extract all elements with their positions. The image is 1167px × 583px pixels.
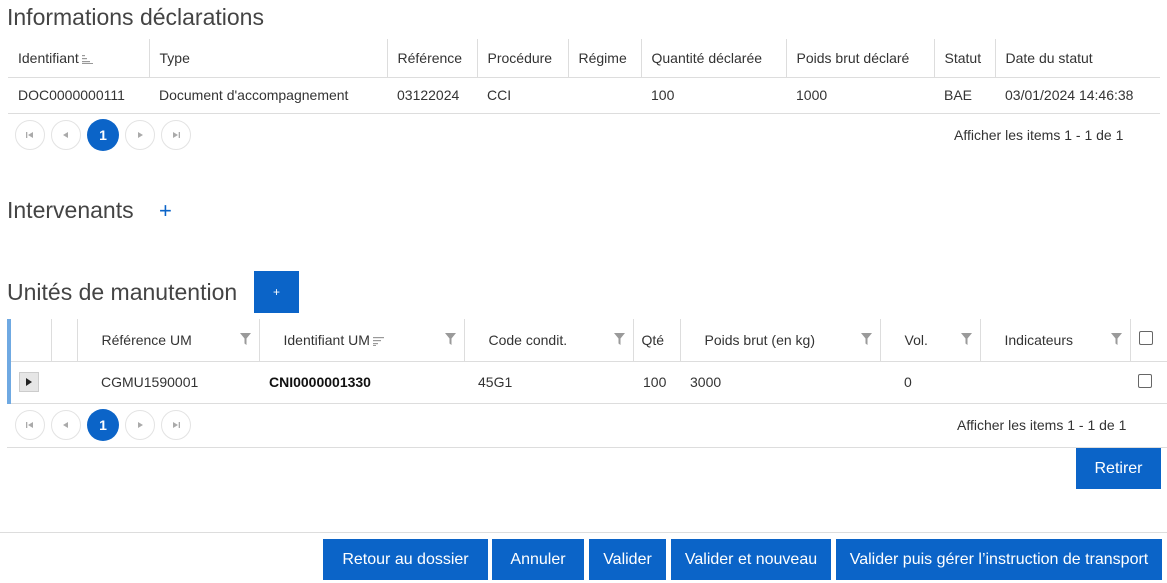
first-page-button[interactable] xyxy=(15,120,45,150)
prev-page-icon xyxy=(63,422,68,428)
declarations-table: Identifiant Type Référence Procédure Rég… xyxy=(8,39,1160,114)
filter-icon[interactable] xyxy=(860,333,872,345)
sort-icon xyxy=(372,336,384,346)
add-intervenant-button[interactable]: + xyxy=(159,200,172,222)
expand-row-button[interactable] xyxy=(19,372,39,392)
filter-icon[interactable] xyxy=(1110,333,1122,345)
col-poids[interactable]: Poids brut déclaré xyxy=(785,39,934,78)
prev-page-button[interactable] xyxy=(51,410,81,440)
first-page-button[interactable] xyxy=(15,410,45,440)
valider-gerer-button[interactable]: Valider puis gérer l’instruction de tran… xyxy=(836,539,1162,580)
prev-page-icon xyxy=(63,132,68,138)
cell-code-condit: 45G1 xyxy=(464,361,633,404)
col-reference-um[interactable]: Référence UM xyxy=(76,319,259,362)
cell-select xyxy=(1130,361,1167,404)
col-reference[interactable]: Référence xyxy=(386,39,477,78)
filter-icon[interactable] xyxy=(960,333,972,345)
cell-reference: 03122024 xyxy=(387,77,477,114)
retour-dossier-button[interactable]: Retour au dossier xyxy=(323,539,488,580)
um-header-row: Référence UM Identifiant UM Code condit.… xyxy=(11,319,1167,362)
col-type[interactable]: Type xyxy=(148,39,387,78)
col-identifiant-um[interactable]: Identifiant UM xyxy=(258,319,464,362)
table-row[interactable]: DOC0000000111 Document d'accompagnement … xyxy=(8,77,1160,114)
current-page[interactable]: 1 xyxy=(87,119,119,151)
cell-identifiant-um: CNI0000001330 xyxy=(259,361,464,404)
intervenants-title: Intervenants xyxy=(7,197,134,223)
col-code-condit[interactable]: Code condit. xyxy=(463,319,633,362)
col-poids-brut[interactable]: Poids brut (en kg) xyxy=(679,319,880,362)
sort-icon xyxy=(81,54,93,64)
cell-statut: BAE xyxy=(934,77,995,114)
um-pager: 1 xyxy=(15,409,197,441)
col-spacer xyxy=(50,319,77,362)
last-page-button[interactable] xyxy=(161,410,191,440)
cell-indicateurs xyxy=(980,361,1130,404)
um-table: Référence UM Identifiant UM Code condit.… xyxy=(11,319,1167,404)
annuler-button[interactable]: Annuler xyxy=(492,539,584,580)
cell-poids: 1000 xyxy=(786,77,934,114)
last-page-icon xyxy=(173,422,180,428)
cell-qte: 100 xyxy=(633,361,680,404)
declarations-header-row: Identifiant Type Référence Procédure Rég… xyxy=(8,39,1160,78)
row-checkbox[interactable] xyxy=(1138,373,1152,388)
retirer-button[interactable]: Retirer xyxy=(1076,448,1161,489)
cell-type: Document d'accompagnement xyxy=(149,77,387,114)
valider-nouveau-button[interactable]: Valider et nouveau xyxy=(671,539,831,580)
next-page-button[interactable] xyxy=(125,120,155,150)
last-page-icon xyxy=(173,132,180,138)
declarations-pager-info: Afficher les items 1 - 1 de 1 xyxy=(954,127,1124,143)
declarations-title: Informations déclarations xyxy=(7,4,264,30)
next-page-button[interactable] xyxy=(125,410,155,440)
col-statut[interactable]: Statut xyxy=(933,39,995,78)
cell-identifiant: DOC0000000111 xyxy=(8,77,149,114)
prev-page-button[interactable] xyxy=(51,120,81,150)
cell-expand xyxy=(11,361,51,404)
divider xyxy=(7,447,1167,448)
current-page[interactable]: 1 xyxy=(87,409,119,441)
col-regime[interactable]: Régime xyxy=(567,39,641,78)
cell-poids-brut: 3000 xyxy=(680,361,880,404)
col-procedure[interactable]: Procédure xyxy=(476,39,568,78)
next-page-icon xyxy=(138,132,143,138)
cell-vol: 0 xyxy=(880,361,980,404)
col-expand xyxy=(11,319,51,362)
col-quantite[interactable]: Quantité déclarée xyxy=(640,39,786,78)
um-pager-info: Afficher les items 1 - 1 de 1 xyxy=(957,417,1127,433)
um-grid: Référence UM Identifiant UM Code condit.… xyxy=(7,319,1167,404)
next-page-icon xyxy=(138,422,143,428)
col-identifiant[interactable]: Identifiant xyxy=(8,39,149,78)
caret-right-icon xyxy=(26,378,32,386)
unites-title: Unités de manutention xyxy=(7,279,238,305)
col-date-statut[interactable]: Date du statut xyxy=(994,39,1160,78)
col-qte[interactable]: Qté xyxy=(632,319,680,362)
add-um-button[interactable]: + xyxy=(254,271,299,313)
cell-date-statut: 03/01/2024 14:46:38 xyxy=(995,77,1160,114)
cell-quantite: 100 xyxy=(641,77,786,114)
cell-reference-um: CGMU1590001 xyxy=(77,361,259,404)
declarations-pager: 1 xyxy=(15,119,197,151)
divider xyxy=(0,532,1167,533)
filter-icon[interactable] xyxy=(239,333,251,345)
cell-regime xyxy=(568,77,641,114)
table-row[interactable]: CGMU1590001 CNI0000001330 45G1 100 3000 … xyxy=(11,361,1167,404)
col-select-all xyxy=(1129,319,1167,362)
col-vol[interactable]: Vol. xyxy=(879,319,980,362)
first-page-icon xyxy=(26,422,33,428)
valider-button[interactable]: Valider xyxy=(589,539,666,580)
cell-procedure: CCI xyxy=(477,77,568,114)
filter-icon[interactable] xyxy=(444,333,456,345)
filter-icon[interactable] xyxy=(613,333,625,345)
last-page-button[interactable] xyxy=(161,120,191,150)
select-all-checkbox[interactable] xyxy=(1138,331,1153,346)
first-page-icon xyxy=(26,132,33,138)
col-indicateurs[interactable]: Indicateurs xyxy=(979,319,1130,362)
